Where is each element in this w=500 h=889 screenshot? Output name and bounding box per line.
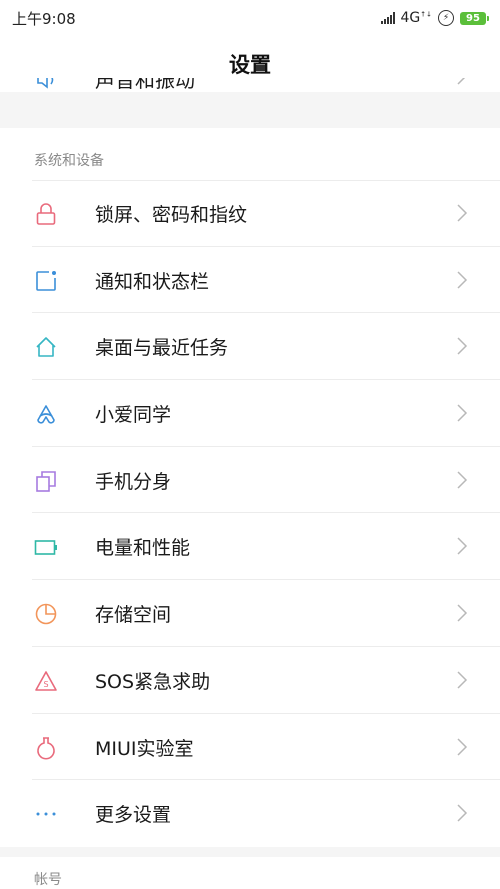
settings-item-sos[interactable]: S SOS紧急求助	[0, 646, 500, 714]
lab-flask-icon	[37, 736, 55, 760]
second-space-icon	[36, 470, 56, 492]
chevron-right-icon	[457, 337, 468, 355]
settings-item-label: 桌面与最近任务	[95, 337, 229, 360]
section-gap	[0, 92, 500, 128]
home-icon	[36, 337, 56, 358]
storage-pie-icon	[35, 603, 57, 625]
settings-item-notifications[interactable]: 通知和状态栏	[0, 246, 500, 314]
status-bar: 上午9:08 4G↑↓ ⚡ 95	[0, 0, 500, 36]
notification-icon	[36, 270, 56, 291]
sos-icon: S	[35, 671, 57, 691]
svg-text:S: S	[43, 680, 48, 689]
charging-icon: ⚡	[438, 10, 454, 26]
settings-item-label: 通知和状态栏	[95, 270, 210, 293]
battery-indicator: 95	[460, 11, 489, 25]
section-header-account: 帐号	[0, 857, 500, 889]
settings-item-label: MIUI实验室	[95, 737, 194, 760]
settings-item-more[interactable]: 更多设置	[0, 780, 500, 847]
settings-item-label: 手机分身	[95, 470, 172, 493]
chevron-right-icon	[457, 404, 468, 422]
settings-item-miui-lab[interactable]: MIUI实验室	[0, 713, 500, 781]
network-type: 4G↑↓	[400, 10, 433, 26]
chevron-right-icon	[457, 804, 468, 822]
status-icons: 4G↑↓ ⚡ 95	[380, 10, 489, 26]
more-dots-icon	[36, 812, 56, 816]
settings-item-home-screen[interactable]: 桌面与最近任务	[0, 313, 500, 381]
chevron-right-icon	[457, 604, 468, 622]
settings-item-lockscreen[interactable]: 锁屏、密码和指纹	[0, 180, 500, 247]
chevron-right-icon	[457, 537, 468, 555]
settings-list-system: 锁屏、密码和指纹 通知和状态栏 桌面与最近任务 小爱同学 手机分身 电量和性能 …	[0, 180, 500, 847]
page-title: 设置	[229, 53, 271, 77]
settings-item-battery[interactable]: 电量和性能	[0, 513, 500, 581]
chevron-right-icon	[457, 204, 468, 222]
settings-item-storage[interactable]: 存储空间	[0, 580, 500, 647]
settings-item-label: 电量和性能	[95, 537, 191, 560]
status-time: 上午9:08	[12, 9, 76, 28]
section-title: 系统和设备	[34, 153, 104, 169]
settings-item-xiaoai[interactable]: 小爱同学	[0, 380, 500, 447]
chevron-right-icon	[457, 471, 468, 489]
signal-icon	[380, 12, 395, 24]
lock-icon	[36, 203, 56, 225]
chevron-right-icon	[457, 737, 468, 756]
settings-item-label: SOS紧急求助	[95, 670, 211, 693]
chevron-right-icon	[457, 271, 468, 289]
settings-item-second-space[interactable]: 手机分身	[0, 446, 500, 514]
chevron-right-icon	[457, 671, 468, 689]
section-gap	[0, 847, 500, 857]
settings-item-label: 锁屏、密码和指纹	[95, 204, 248, 226]
section-header-system: 系统和设备	[0, 128, 500, 180]
settings-item-label: 更多设置	[95, 804, 172, 827]
section-title: 帐号	[34, 872, 62, 888]
settings-item-label: 小爱同学	[95, 404, 172, 427]
settings-item-label: 存储空间	[95, 604, 172, 627]
battery-icon	[34, 540, 57, 556]
xiaoai-icon	[37, 405, 55, 424]
